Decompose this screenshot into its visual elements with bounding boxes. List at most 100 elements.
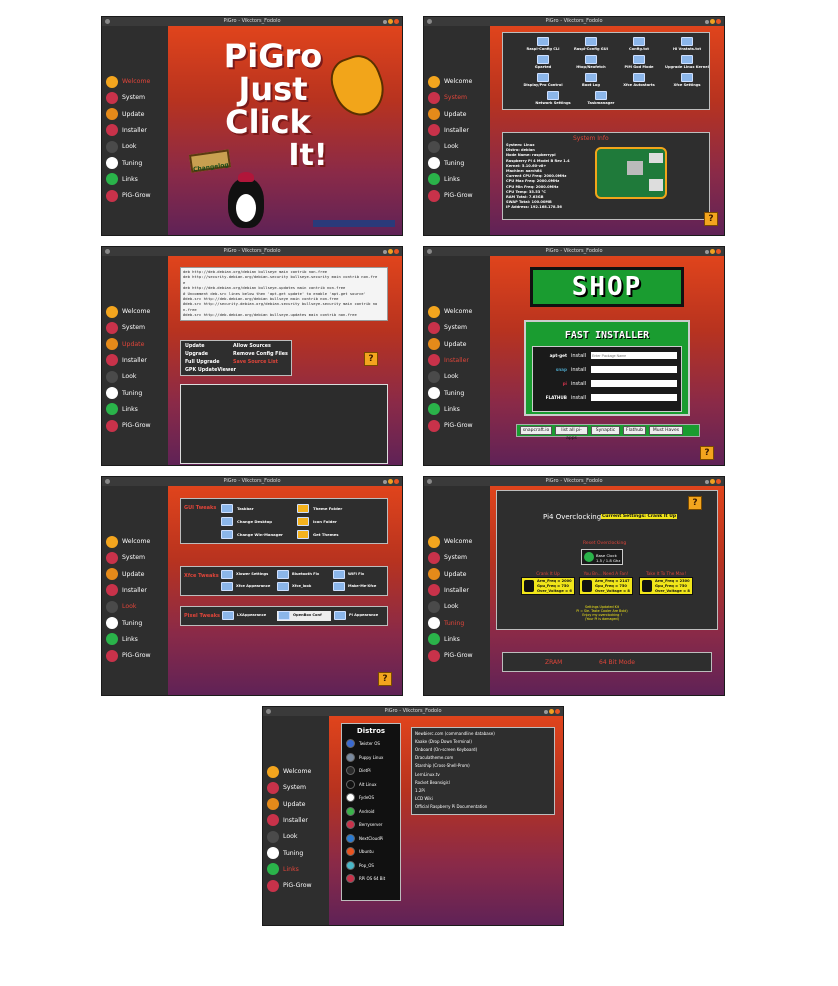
sidebar-item-update[interactable]: Update [428,568,492,581]
maximize-icon[interactable] [388,19,393,24]
source-action-button[interactable]: Remove Config Files [233,352,288,357]
sidebar-item-installer[interactable]: Installer [428,584,492,597]
help-button[interactable]: ? [378,672,392,686]
sidebar-item-update[interactable]: Update [106,568,170,581]
maximize-icon[interactable] [549,709,554,714]
sidebar-item-system[interactable]: System [428,91,492,104]
system-tool-button[interactable]: Config.txt [617,37,661,53]
sidebar-item-look[interactable]: Look [428,600,492,613]
sidebar-item-pig-grow[interactable]: PiG-Grow [428,419,492,432]
system-tool-button[interactable]: Network Settings [531,91,575,107]
close-icon[interactable] [716,479,721,484]
sidebar-item-installer[interactable]: Installer [428,354,492,367]
close-icon[interactable] [555,709,560,714]
system-tool-button[interactable]: Upgrade Linux Kernel [665,55,709,71]
web-link[interactable]: LCD Wiki [415,796,433,801]
sidebar-item-update[interactable]: Update [267,798,331,811]
distro-link[interactable]: FydeOS [346,792,400,803]
sidebar-item-links[interactable]: Links [106,403,170,416]
maximize-icon[interactable] [710,249,715,254]
sidebar-item-system[interactable]: System [106,551,170,564]
system-tool-button[interactable]: Taskmanager [579,91,623,107]
minimize-icon[interactable] [544,709,548,714]
pixel-tweak-button[interactable]: LXAppearance [221,611,275,621]
menu-icon[interactable] [266,709,271,714]
close-icon[interactable] [394,19,399,24]
sidebar-item-welcome[interactable]: Welcome [106,535,170,548]
help-button[interactable]: ? [688,496,702,510]
package-name-input[interactable] [591,380,677,387]
installer-link-button[interactable]: Must Haves [649,426,683,435]
sidebar-item-system[interactable]: System [106,91,170,104]
sidebar-item-welcome[interactable]: Welcome [106,75,170,88]
sidebar-item-links[interactable]: Links [428,173,492,186]
maximize-icon[interactable] [388,249,393,254]
install-button[interactable]: install [571,381,586,387]
maximize-icon[interactable] [710,19,715,24]
system-tool-button[interactable]: PiM God Mode [617,55,661,71]
sidebar-item-links[interactable]: Links [106,633,170,646]
sidebar-item-tuning[interactable]: Tuning [267,847,331,860]
web-link[interactable]: Starship (Cross-Shell-Prom) [415,763,470,768]
sidebar-item-pig-grow[interactable]: PiG-Grow [106,189,170,202]
sidebar-item-look[interactable]: Look [428,140,492,153]
sidebar-item-tuning[interactable]: Tuning [428,157,492,170]
sidebar-item-installer[interactable]: Installer [106,354,170,367]
menu-icon[interactable] [427,19,432,24]
sidebar-item-welcome[interactable]: Welcome [267,765,331,778]
package-name-input[interactable] [591,394,677,401]
minimize-icon[interactable] [705,19,709,24]
distro-link[interactable]: Android [346,806,400,817]
update-action-button[interactable]: GPK UpdateViewer [185,368,236,373]
sidebar-item-tuning[interactable]: Tuning [106,157,170,170]
installer-link-button[interactable]: snapcraft.io [520,426,552,435]
gui-tweak-button[interactable]: Icon Folder [297,516,377,527]
help-button[interactable]: ? [700,446,714,460]
overclock-preset-button[interactable]: Arm_Freq = 2000 Gpu_Freq = 750 Over_Voltag… [521,577,575,595]
sidebar-item-pig-grow[interactable]: PiG-Grow [267,879,331,892]
minimize-icon[interactable] [383,479,387,484]
close-icon[interactable] [394,249,399,254]
sidebar-item-tuning[interactable]: Tuning [428,387,492,400]
sidebar-item-look[interactable]: Look [106,600,170,613]
xfce-tweak-button[interactable]: Xfce Appearance [221,582,275,592]
xfce-tweak-button[interactable]: Make-Me-Xfce [333,582,387,592]
sidebar-item-pig-grow[interactable]: PiG-Grow [428,189,492,202]
sidebar-item-look[interactable]: Look [428,370,492,383]
distro-link[interactable]: Twister OS [346,738,400,749]
web-link[interactable]: Draculatheme.com [415,755,453,760]
menu-icon[interactable] [105,249,110,254]
sidebar-item-welcome[interactable]: Welcome [428,535,492,548]
system-tool-button[interactable]: Hi Vnstats.txt [665,37,709,53]
sidebar-item-welcome[interactable]: Welcome [428,305,492,318]
sidebar-item-pig-grow[interactable]: PiG-Grow [106,649,170,662]
sidebar-item-tuning[interactable]: Tuning [428,617,492,630]
sidebar-item-welcome[interactable]: Welcome [106,305,170,318]
web-link[interactable]: Onboard (On-screen Keyboard) [415,747,477,752]
install-button[interactable]: install [571,395,586,401]
sidebar-item-tuning[interactable]: Tuning [106,387,170,400]
installer-link-button[interactable]: Flathub [623,426,646,435]
xfce-tweak-button[interactable]: Xfce_look [277,582,331,592]
menu-icon[interactable] [105,479,110,484]
sources-list-textarea[interactable]: deb http://deb.debian.org/debian bullsey… [180,267,388,321]
gui-tweak-button[interactable]: Change Win-Manager [221,529,301,540]
web-link[interactable]: LernLinux.tv [415,772,440,777]
64bit-mode-button[interactable]: 64 Bit Mode [599,659,635,666]
sidebar-item-links[interactable]: Links [428,403,492,416]
web-link[interactable]: Rocket Beansigir.l [415,780,450,785]
distro-link[interactable]: RPi OS 64 Bit [346,873,400,884]
package-name-input[interactable] [591,352,677,359]
help-button[interactable]: ? [704,212,718,226]
web-link[interactable]: Official Raspberry Pi Documentation [415,804,487,809]
menu-icon[interactable] [427,479,432,484]
sidebar-item-links[interactable]: Links [267,863,331,876]
xfce-tweak-button[interactable]: Xlower Settings [221,570,275,580]
source-action-button[interactable]: Save Source List [233,360,278,365]
sidebar-item-pig-grow[interactable]: PiG-Grow [106,419,170,432]
distro-link[interactable]: DietPi [346,765,400,776]
sidebar-item-system[interactable]: System [106,321,170,334]
changelog-sign[interactable]: Changelog [188,149,232,173]
system-tool-button[interactable]: Boot Log [569,73,613,89]
web-link[interactable]: Newbierc.com (commandline database) [415,731,495,736]
